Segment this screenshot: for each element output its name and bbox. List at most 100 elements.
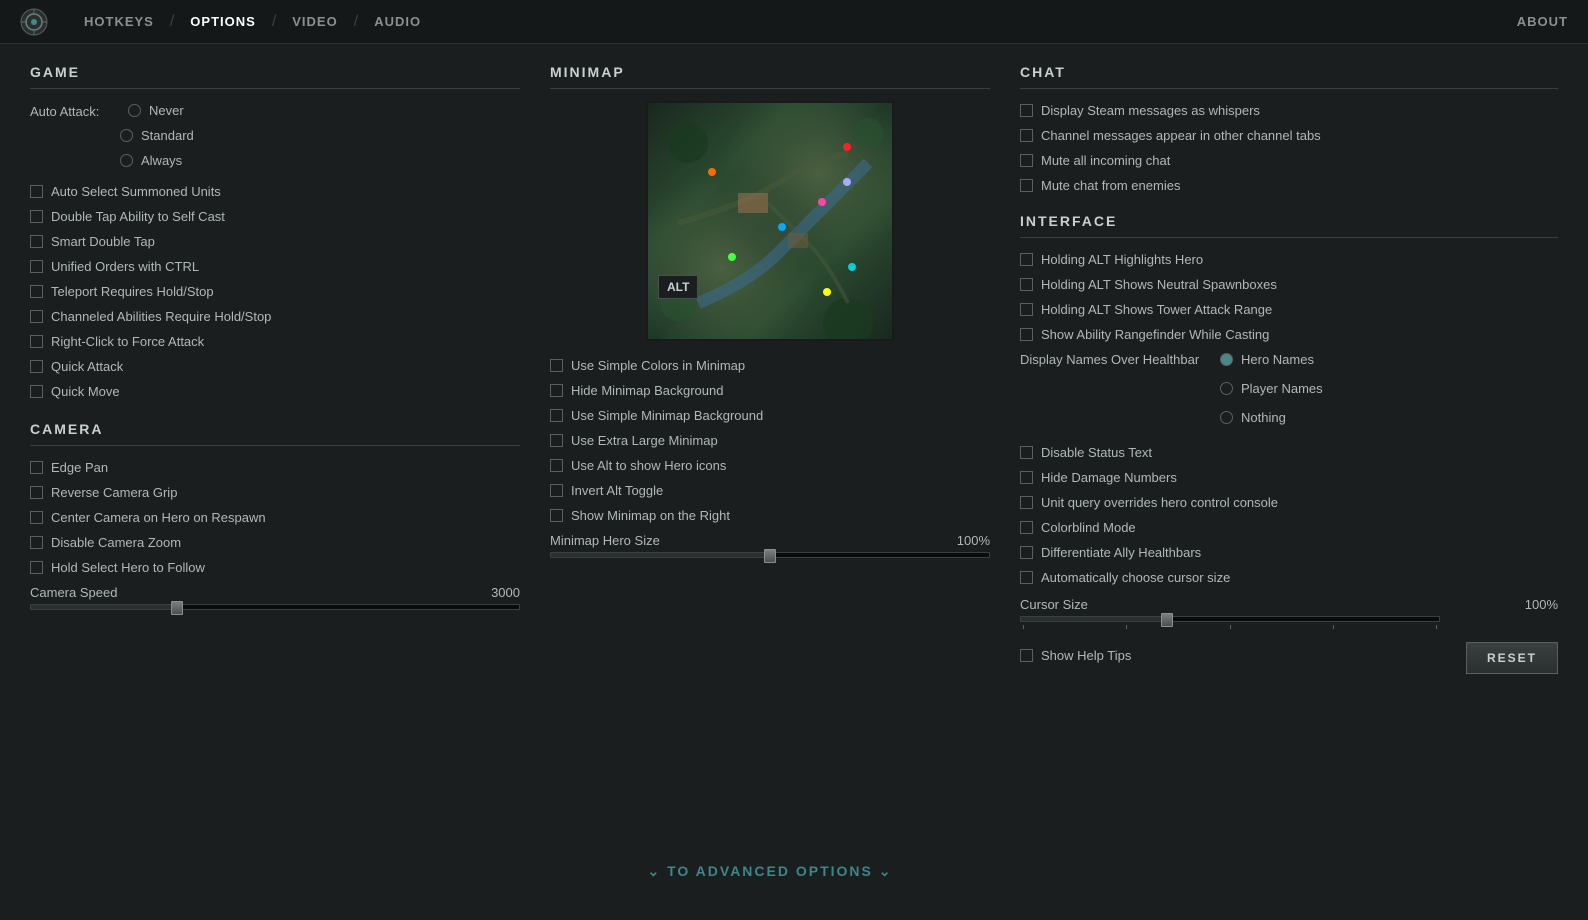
- display-name-label[interactable]: Hero Names: [1241, 352, 1314, 367]
- checkbox-label[interactable]: Colorblind Mode: [1041, 520, 1136, 535]
- checkbox-unified-orders-with-ctrl[interactable]: [30, 260, 43, 273]
- checkbox-disable-camera-zoom[interactable]: [30, 536, 43, 549]
- camera-speed-track[interactable]: [30, 604, 520, 610]
- checkbox-double-tap-ability-to-self-cas[interactable]: [30, 210, 43, 223]
- checkbox-label[interactable]: Edge Pan: [51, 460, 108, 475]
- checkbox-holding-alt-shows-tower-attack[interactable]: [1020, 303, 1033, 316]
- checkbox-use-alt-to-show-hero-icons[interactable]: [550, 459, 563, 472]
- nav-hotkeys[interactable]: HOTKEYS: [68, 14, 170, 29]
- radio-display-name-player-names[interactable]: [1220, 382, 1233, 395]
- checkbox-label[interactable]: Channeled Abilities Require Hold/Stop: [51, 309, 271, 324]
- checkbox-quick-attack[interactable]: [30, 360, 43, 373]
- checkbox-label[interactable]: Hide Minimap Background: [571, 383, 723, 398]
- reset-button[interactable]: RESET: [1466, 642, 1558, 674]
- checkbox-label[interactable]: Hold Select Hero to Follow: [51, 560, 205, 575]
- checkbox-label[interactable]: Reverse Camera Grip: [51, 485, 177, 500]
- checkbox-show-ability-rangefinder-while[interactable]: [1020, 328, 1033, 341]
- nav-video[interactable]: VIDEO: [276, 14, 353, 29]
- checkbox-label[interactable]: Center Camera on Hero on Respawn: [51, 510, 266, 525]
- checkbox-smart-double-tap[interactable]: [30, 235, 43, 248]
- checkbox-label[interactable]: Mute chat from enemies: [1041, 178, 1180, 193]
- checkbox-label[interactable]: Use Simple Minimap Background: [571, 408, 763, 423]
- checkbox-hold-select-hero-to-follow[interactable]: [30, 561, 43, 574]
- checkbox-label[interactable]: Use Alt to show Hero icons: [571, 458, 726, 473]
- checkbox-unit-query-overrides-hero-cont[interactable]: [1020, 496, 1033, 509]
- checkbox-label[interactable]: Holding ALT Shows Tower Attack Range: [1041, 302, 1272, 317]
- checkbox-hide-damage-numbers[interactable]: [1020, 471, 1033, 484]
- checkbox-label[interactable]: Quick Move: [51, 384, 120, 399]
- nav-options[interactable]: OPTIONS: [174, 14, 272, 29]
- checkbox-label[interactable]: Differentiate Ally Healthbars: [1041, 545, 1201, 560]
- checkbox-label[interactable]: Auto Select Summoned Units: [51, 184, 221, 199]
- show-help-label[interactable]: Show Help Tips: [1041, 648, 1131, 663]
- minimap-hero-size-track[interactable]: [550, 552, 990, 558]
- auto-attack-always-label[interactable]: Always: [141, 153, 182, 168]
- radio-display-name-hero-names[interactable]: [1220, 353, 1233, 366]
- checkbox-teleport-requires-hold/stop[interactable]: [30, 285, 43, 298]
- radio-never[interactable]: [128, 104, 141, 117]
- checkbox-label[interactable]: Disable Camera Zoom: [51, 535, 181, 550]
- minimap-hero-size-value: 100%: [957, 533, 990, 548]
- show-help-checkbox[interactable]: [1020, 649, 1033, 662]
- checkbox-label[interactable]: Quick Attack: [51, 359, 123, 374]
- checkbox-channel-messages-appear-in-oth[interactable]: [1020, 129, 1033, 142]
- checkbox-label[interactable]: Automatically choose cursor size: [1041, 570, 1230, 585]
- checkbox-label[interactable]: Unified Orders with CTRL: [51, 259, 199, 274]
- minimap-hero-size-label: Minimap Hero Size: [550, 533, 660, 548]
- checkbox-label[interactable]: Use Extra Large Minimap: [571, 433, 718, 448]
- checkbox-disable-status-text[interactable]: [1020, 446, 1033, 459]
- checkbox-label[interactable]: Disable Status Text: [1041, 445, 1152, 460]
- checkbox-label[interactable]: Hide Damage Numbers: [1041, 470, 1177, 485]
- checkbox-label[interactable]: Show Minimap on the Right: [571, 508, 730, 523]
- checkbox-reverse-camera-grip[interactable]: [30, 486, 43, 499]
- radio-display-name-nothing[interactable]: [1220, 411, 1233, 424]
- checkbox-label[interactable]: Invert Alt Toggle: [571, 483, 663, 498]
- checkbox-differentiate-ally-healthbars[interactable]: [1020, 546, 1033, 559]
- nav-about[interactable]: ABOUT: [1517, 14, 1568, 29]
- checkbox-holding-alt-shows-neutral-spaw[interactable]: [1020, 278, 1033, 291]
- checkbox-invert-alt-toggle[interactable]: [550, 484, 563, 497]
- checkbox-auto-select-summoned-units[interactable]: [30, 185, 43, 198]
- advanced-options-label: TO ADVANCED OPTIONS: [667, 863, 873, 879]
- checkbox-label[interactable]: Channel messages appear in other channel…: [1041, 128, 1321, 143]
- advanced-options-button[interactable]: ⌄ TO ADVANCED OPTIONS ⌄: [647, 863, 892, 879]
- minimap-hero-size-thumb[interactable]: [764, 549, 776, 563]
- cursor-size-track[interactable]: [1020, 616, 1440, 622]
- checkbox-mute-all-incoming-chat[interactable]: [1020, 154, 1033, 167]
- checkbox-use-extra-large-minimap[interactable]: [550, 434, 563, 447]
- checkbox-label[interactable]: Teleport Requires Hold/Stop: [51, 284, 214, 299]
- checkbox-holding-alt-highlights-hero[interactable]: [1020, 253, 1033, 266]
- radio-always[interactable]: [120, 154, 133, 167]
- checkbox-channeled-abilities-require-ho[interactable]: [30, 310, 43, 323]
- display-name-label[interactable]: Nothing: [1241, 410, 1286, 425]
- checkbox-label[interactable]: Right-Click to Force Attack: [51, 334, 204, 349]
- checkbox-automatically-choose-cursor-si[interactable]: [1020, 571, 1033, 584]
- auto-attack-never-label[interactable]: Never: [149, 103, 184, 118]
- checkbox-label[interactable]: Show Ability Rangefinder While Casting: [1041, 327, 1269, 342]
- display-name-label[interactable]: Player Names: [1241, 381, 1323, 396]
- checkbox-hide-minimap-background[interactable]: [550, 384, 563, 397]
- checkbox-use-simple-minimap-background[interactable]: [550, 409, 563, 422]
- checkbox-center-camera-on-hero-on-respa[interactable]: [30, 511, 43, 524]
- checkbox-show-minimap-on-the-right[interactable]: [550, 509, 563, 522]
- checkbox-label[interactable]: Holding ALT Shows Neutral Spawnboxes: [1041, 277, 1277, 292]
- checkbox-label[interactable]: Use Simple Colors in Minimap: [571, 358, 745, 373]
- checkbox-label[interactable]: Mute all incoming chat: [1041, 153, 1170, 168]
- checkbox-label[interactable]: Double Tap Ability to Self Cast: [51, 209, 225, 224]
- nav-audio[interactable]: AUDIO: [358, 14, 437, 29]
- checkbox-label[interactable]: Display Steam messages as whispers: [1041, 103, 1260, 118]
- checkbox-use-simple-colors-in-minimap[interactable]: [550, 359, 563, 372]
- checkbox-label[interactable]: Unit query overrides hero control consol…: [1041, 495, 1278, 510]
- display-names-row: Display Names Over Healthbar Hero NamesP…: [1020, 350, 1558, 433]
- checkbox-label[interactable]: Holding ALT Highlights Hero: [1041, 252, 1203, 267]
- auto-attack-standard-label[interactable]: Standard: [141, 128, 194, 143]
- checkbox-display-steam-messages-as-whis[interactable]: [1020, 104, 1033, 117]
- checkbox-right-click-to-force-attack[interactable]: [30, 335, 43, 348]
- checkbox-label[interactable]: Smart Double Tap: [51, 234, 155, 249]
- checkbox-colorblind-mode[interactable]: [1020, 521, 1033, 534]
- checkbox-edge-pan[interactable]: [30, 461, 43, 474]
- radio-standard[interactable]: [120, 129, 133, 142]
- camera-speed-thumb[interactable]: [171, 601, 183, 615]
- checkbox-mute-chat-from-enemies[interactable]: [1020, 179, 1033, 192]
- checkbox-quick-move[interactable]: [30, 385, 43, 398]
